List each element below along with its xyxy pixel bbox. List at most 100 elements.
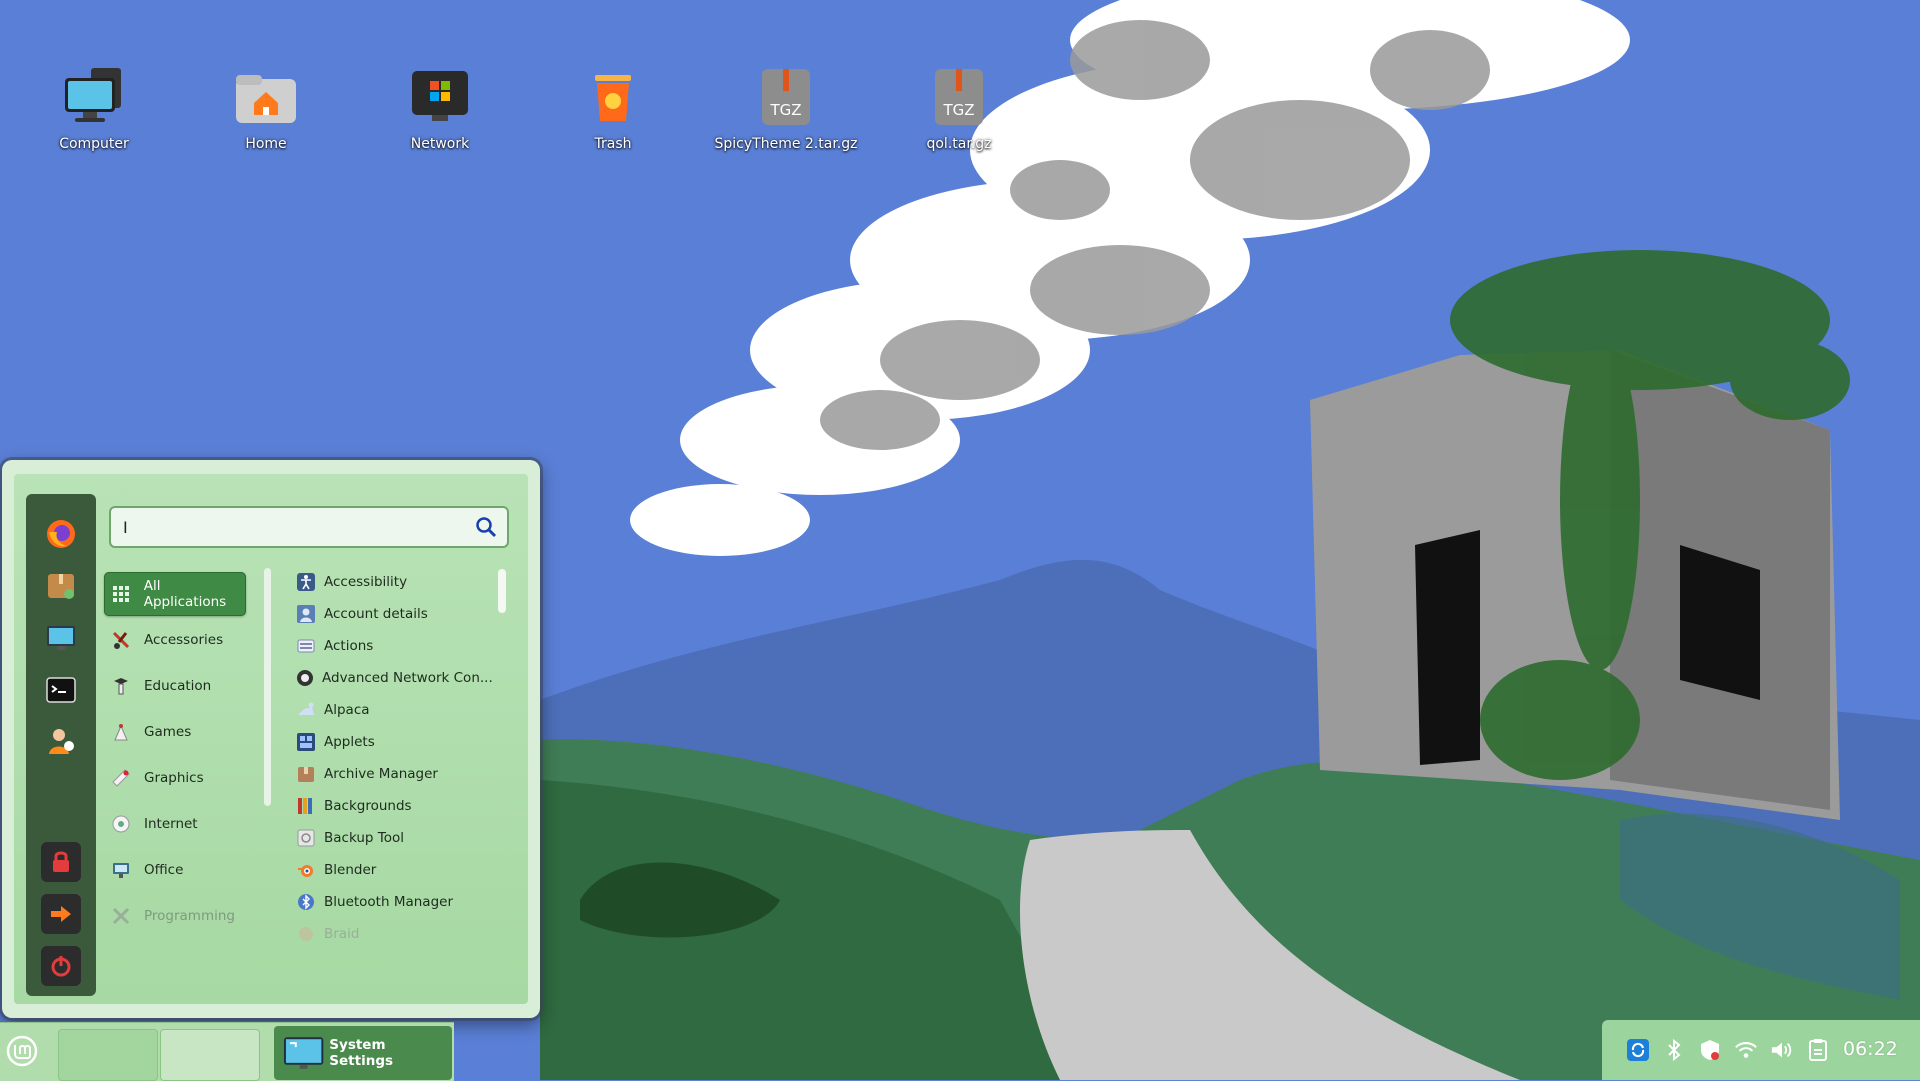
category-education[interactable]: Education — [104, 664, 246, 708]
app-account-details[interactable]: Account details — [296, 599, 486, 629]
category-scrollbar[interactable] — [264, 568, 271, 806]
wifi-icon[interactable] — [1734, 1038, 1758, 1062]
actions-icon — [296, 636, 316, 656]
app-backup-tool[interactable]: Backup Tool — [296, 823, 486, 853]
desktop-icon-qol-archive[interactable]: TGZ qol.tar.gz — [889, 62, 1029, 152]
app-blender[interactable]: Blender — [296, 855, 486, 885]
workspace-2[interactable] — [160, 1029, 260, 1081]
programming-icon — [110, 905, 132, 927]
desktop-icon-label: qol.tar.gz — [926, 136, 992, 152]
lock-screen-icon[interactable] — [41, 842, 81, 882]
category-games[interactable]: Games — [104, 710, 246, 754]
braid-icon — [296, 924, 316, 944]
education-icon — [110, 675, 132, 697]
category-label: Games — [144, 724, 192, 740]
app-label: Bluetooth Manager — [324, 894, 454, 910]
desktop-icon-home[interactable]: Home — [196, 62, 336, 152]
account-icon — [296, 604, 316, 624]
category-programming[interactable]: Programming — [104, 894, 246, 938]
search-input[interactable] — [121, 514, 455, 540]
archive-icon: TGZ — [751, 62, 821, 132]
app-applets[interactable]: Applets — [296, 727, 486, 757]
desktop-icon-label: Home — [245, 136, 287, 152]
favorites-sidebar — [26, 494, 96, 996]
desktop-icon-network[interactable]: Network — [370, 62, 510, 152]
archive-badge: TGZ — [942, 101, 974, 119]
backgrounds-icon — [296, 796, 316, 816]
category-label: All Applications — [143, 578, 227, 610]
app-label: Backgrounds — [324, 798, 412, 814]
logout-icon[interactable] — [41, 894, 81, 934]
app-archive-manager[interactable]: Archive Manager — [296, 759, 486, 789]
firefox-icon[interactable] — [41, 514, 81, 554]
taskbar-item-system-settings[interactable]: System Settings — [274, 1026, 452, 1080]
app-actions[interactable]: Actions — [296, 631, 486, 661]
app-label: Backup Tool — [324, 830, 404, 846]
app-alpaca[interactable]: Alpaca — [296, 695, 486, 725]
menu-content: All Applications Accessories Education G… — [14, 474, 528, 1004]
network-icon — [405, 62, 475, 132]
desktop-icon-trash[interactable]: Trash — [543, 62, 683, 152]
volume-icon[interactable] — [1770, 1038, 1794, 1062]
app-label: Applets — [324, 734, 375, 750]
package-manager-icon[interactable] — [41, 566, 81, 606]
mint-menu-button[interactable] — [6, 1035, 38, 1067]
office-icon — [110, 859, 132, 881]
clock[interactable]: 06:22 — [1843, 1038, 1898, 1060]
application-menu: All Applications Accessories Education G… — [2, 460, 540, 1018]
system-settings-icon — [283, 1037, 324, 1069]
category-all-applications[interactable]: All Applications — [104, 572, 246, 616]
accessibility-icon — [296, 572, 316, 592]
backup-icon — [296, 828, 316, 848]
workspace-1[interactable] — [58, 1029, 158, 1081]
category-label: Office — [144, 862, 184, 878]
app-label: Blender — [324, 862, 377, 878]
app-label: Advanced Network Con... — [322, 670, 493, 686]
taskbar-item-label: System Settings — [329, 1037, 394, 1069]
app-label: Alpaca — [324, 702, 370, 718]
shutdown-icon[interactable] — [41, 946, 81, 986]
system-settings-icon[interactable] — [41, 618, 81, 658]
graphics-icon — [110, 767, 132, 789]
category-internet[interactable]: Internet — [104, 802, 246, 846]
category-label: Programming — [144, 908, 235, 924]
applets-icon — [296, 732, 316, 752]
app-label: Actions — [324, 638, 374, 654]
desktop-icon-label: Trash — [594, 136, 632, 152]
search-icon[interactable] — [475, 516, 497, 538]
category-graphics[interactable]: Graphics — [104, 756, 246, 800]
category-accessories[interactable]: Accessories — [104, 618, 246, 662]
search-box[interactable] — [109, 506, 509, 548]
app-label: Account details — [324, 606, 428, 622]
desktop-icon-spicytheme-archive[interactable]: TGZ SpicyTheme 2.tar.gz — [715, 62, 857, 152]
archive-manager-icon — [296, 764, 316, 784]
network-config-icon — [296, 668, 314, 688]
trash-icon — [578, 62, 648, 132]
blender-icon — [296, 860, 316, 880]
apps-scrollbar[interactable] — [498, 569, 506, 613]
internet-icon — [110, 813, 132, 835]
desktop-icon-label: Network — [410, 136, 470, 152]
category-label: Education — [144, 678, 212, 694]
category-label: Graphics — [144, 770, 204, 786]
app-backgrounds[interactable]: Backgrounds — [296, 791, 486, 821]
bluetooth-icon — [296, 892, 316, 912]
terminal-icon[interactable] — [41, 670, 81, 710]
app-accessibility[interactable]: Accessibility — [296, 567, 486, 597]
app-braid[interactable]: Braid — [296, 919, 486, 949]
app-bluetooth-manager[interactable]: Bluetooth Manager — [296, 887, 486, 917]
update-manager-icon[interactable] — [1626, 1038, 1650, 1062]
shield-icon[interactable] — [1698, 1038, 1722, 1062]
archive-icon: TGZ — [924, 62, 994, 132]
clipboard-icon[interactable] — [1806, 1038, 1830, 1062]
desktop-icon-label: Computer — [59, 136, 129, 152]
desktop-icon-computer[interactable]: Computer — [24, 62, 164, 152]
alpaca-icon — [296, 700, 316, 720]
archive-badge: TGZ — [769, 101, 801, 119]
app-advanced-network-configuration[interactable]: Advanced Network Con... — [296, 663, 493, 693]
file-manager-icon[interactable] — [41, 722, 81, 762]
bluetooth-icon[interactable] — [1662, 1038, 1686, 1062]
scissors-icon — [110, 629, 132, 651]
category-office[interactable]: Office — [104, 848, 246, 892]
app-label: Braid — [324, 926, 360, 942]
